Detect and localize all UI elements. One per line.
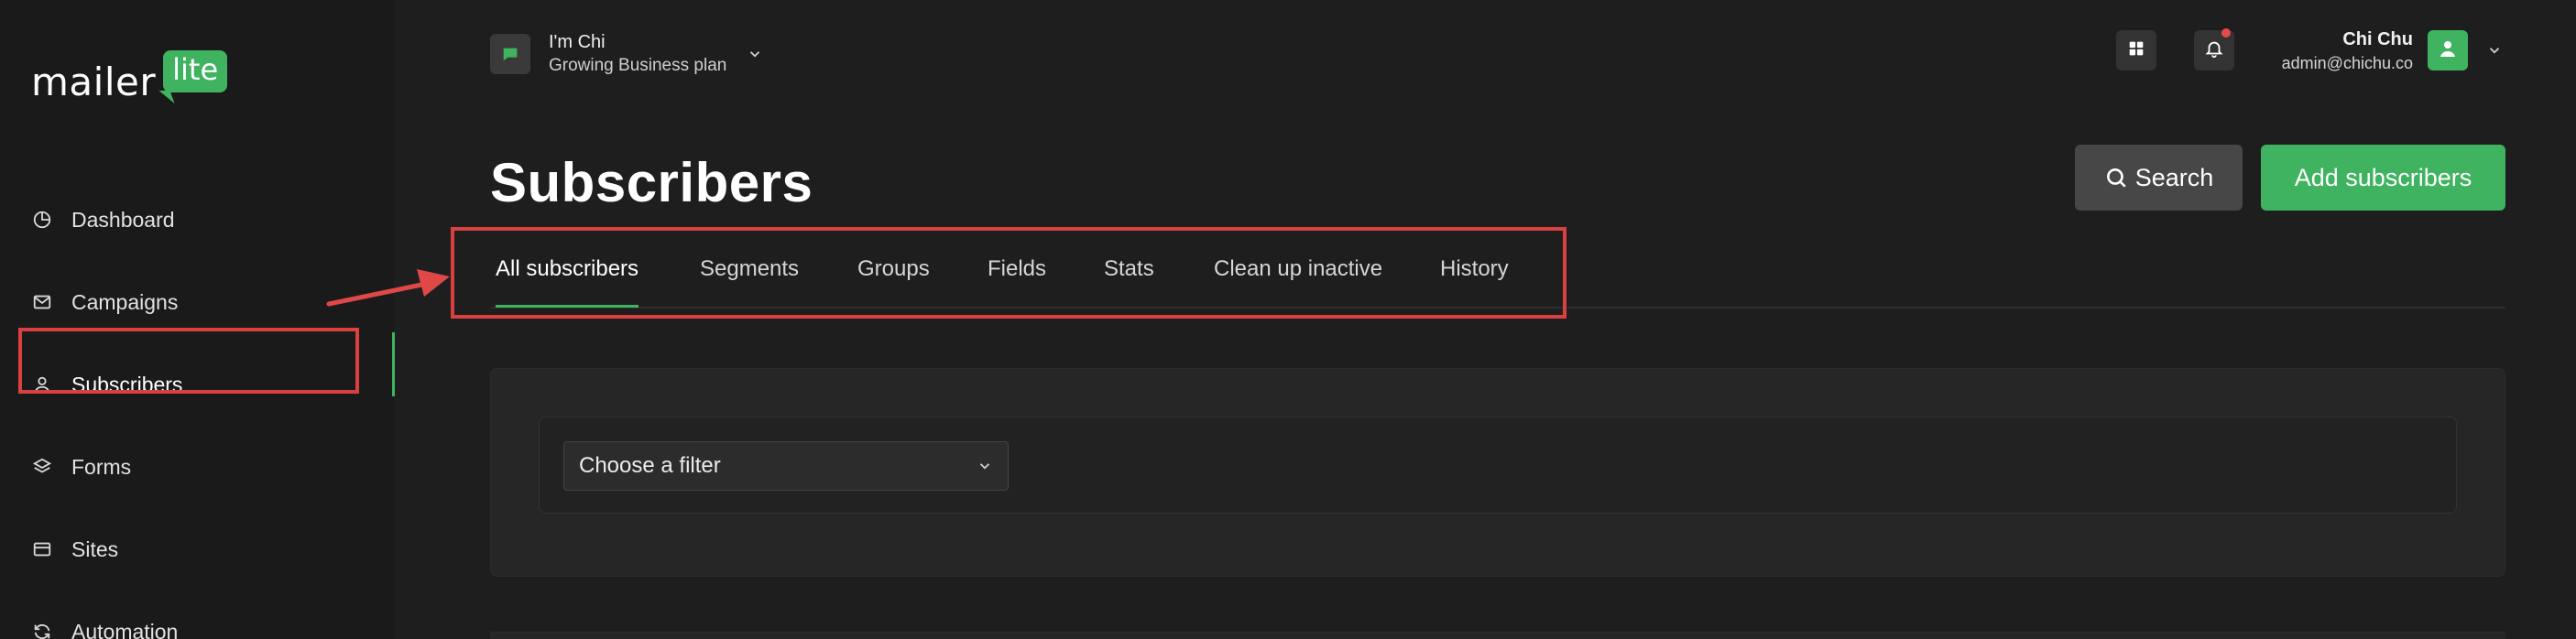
account-plan: Growing Business plan [549,56,727,75]
sidebar-item-label: Dashboard [71,207,175,232]
chevron-down-icon [747,46,763,62]
sidebar-item-label: Campaigns [71,289,179,314]
search-button[interactable]: Search [2075,145,2243,211]
pie-chart-icon [31,209,53,231]
user-name: Chi Chu [2342,29,2413,49]
annotation-highlight-tabs [451,227,1566,319]
sidebar-item-label: Automation [71,619,179,639]
sidebar-item-label: Forms [71,454,132,479]
chat-icon [490,34,530,74]
annotation-highlight-subscribers [18,328,359,394]
notification-dot [2221,28,2231,38]
account-info: I'm Chi Growing Business plan [549,30,726,78]
add-subscribers-button[interactable]: Add subscribers [2261,145,2505,211]
apps-grid-button[interactable] [2116,30,2156,70]
account-name: I'm Chi [549,32,606,52]
notifications-button[interactable] [2194,28,2234,70]
sidebar-item-sites[interactable]: Sites [31,527,118,571]
filter-row: Choose a filter [539,417,2457,514]
user-email: admin@chichu.co [2281,54,2413,72]
user-avatar-icon [2437,38,2459,64]
search-button-label: Search [2134,163,2214,191]
bell-icon [2204,38,2224,63]
sidebar-item-campaigns[interactable]: Campaigns [31,280,178,324]
annotation-arrow [326,269,450,307]
mailerlite-logo[interactable]: mailer lite [31,50,228,104]
avatar[interactable] [2428,30,2468,70]
sidebar-item-label: Sites [71,536,119,561]
sidebar-item-forms[interactable]: Forms [31,445,131,489]
logo-badge: lite [163,50,228,92]
user-info[interactable]: Chi Chu admin@chichu.co [2270,27,2413,75]
filter-select[interactable]: Choose a filter [563,441,1009,491]
layers-icon [31,456,53,478]
page-title: Subscribers [490,152,813,213]
refresh-icon [31,621,53,639]
active-nav-indicator [392,332,395,396]
content-card-edge [490,632,2505,639]
chevron-down-icon [977,458,993,474]
account-switcher[interactable]: I'm Chi Growing Business plan [490,30,763,78]
logo-text: mailer [31,60,157,104]
mail-icon [31,291,53,313]
chevron-down-icon[interactable] [2486,42,2503,59]
search-icon [2104,166,2135,190]
filter-select-value: Choose a filter [579,453,721,478]
browser-icon [31,538,53,560]
filter-panel: Choose a filter [490,368,2505,577]
grid-icon [2126,38,2146,63]
sidebar-item-automation[interactable]: Automation [31,610,178,639]
sidebar-item-dashboard[interactable]: Dashboard [31,198,175,242]
